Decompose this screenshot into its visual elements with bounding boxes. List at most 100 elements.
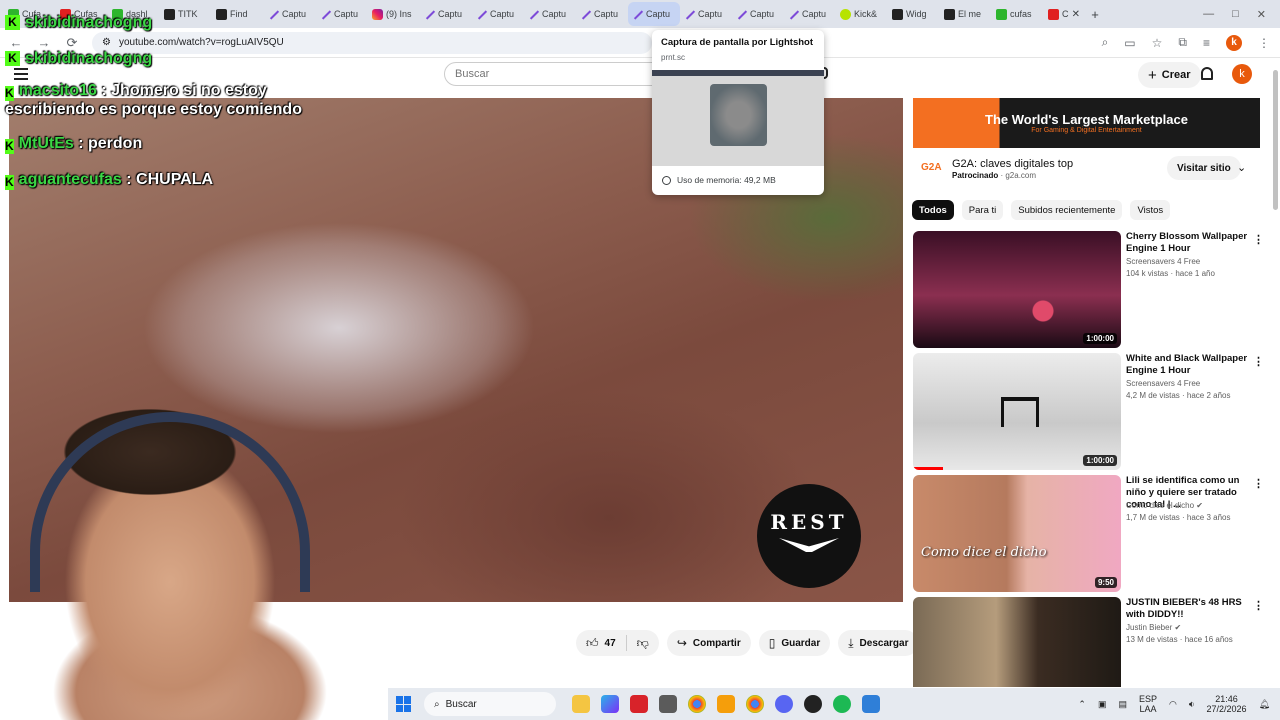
windows-start-icon[interactable] bbox=[396, 696, 412, 712]
video-thumbnail[interactable]: 1:00:00 bbox=[913, 231, 1121, 348]
download-button[interactable]: ⤓ Descargar bbox=[838, 630, 919, 656]
recommendation-item[interactable]: JUSTIN BIEBER's 48 HRS with DIDDY!! Just… bbox=[913, 597, 1273, 687]
more-options-icon[interactable]: ⋮ bbox=[1253, 477, 1264, 490]
browser-tab[interactable]: Captu bbox=[524, 2, 576, 26]
close-window-button[interactable]: ✕ bbox=[1257, 8, 1266, 21]
recommendation-title[interactable]: JUSTIN BIEBER's 48 HRS with DIDDY!! bbox=[1126, 597, 1251, 621]
recommendation-channel[interactable]: Screensavers 4 Free bbox=[1126, 379, 1200, 388]
cast-icon[interactable]: ▭ bbox=[1124, 36, 1135, 50]
zoom-icon[interactable]: ⌕ bbox=[1102, 35, 1109, 50]
ad-banner-title: The World's Largest Marketplace bbox=[985, 112, 1188, 127]
video-thumbnail[interactable] bbox=[913, 597, 1121, 687]
recommendation-title[interactable]: White and Black Wallpaper Engine 1 Hour bbox=[1126, 353, 1251, 377]
browser-tab[interactable]: Captu bbox=[628, 2, 680, 26]
reload-button[interactable]: ⟳ bbox=[64, 35, 80, 51]
close-tab-icon[interactable]: ✕ bbox=[1072, 9, 1080, 20]
clock[interactable]: 21:46 27/2/2026 bbox=[1207, 694, 1247, 714]
chrome-icon[interactable] bbox=[688, 695, 706, 713]
youtube-search-input[interactable] bbox=[444, 62, 654, 86]
more-options-icon[interactable]: ⋮ bbox=[1253, 233, 1264, 246]
recommendation-item[interactable]: Como dice el dicho 9:50 Lili se identifi… bbox=[913, 475, 1273, 593]
minimize-button[interactable]: — bbox=[1203, 8, 1214, 21]
browser-tab[interactable]: Find bbox=[212, 2, 264, 26]
thumbs-up-icon[interactable]: 👍︎ bbox=[586, 636, 599, 651]
save-button[interactable]: ▯ Guardar bbox=[758, 630, 831, 656]
notifications-bell-icon[interactable] bbox=[1201, 67, 1213, 80]
discord-icon[interactable] bbox=[775, 695, 793, 713]
obs-icon[interactable] bbox=[804, 695, 822, 713]
copilot-icon[interactable] bbox=[601, 695, 619, 713]
site-info-icon[interactable]: ⚙ bbox=[102, 37, 111, 48]
chevron-down-icon[interactable]: ⌄ bbox=[1237, 161, 1246, 174]
store-icon[interactable] bbox=[659, 695, 677, 713]
forward-button[interactable]: → bbox=[36, 35, 52, 50]
wps-office-icon[interactable] bbox=[630, 695, 648, 713]
browser-tab[interactable]: cufas bbox=[992, 2, 1044, 26]
menu-hamburger-icon[interactable] bbox=[14, 68, 28, 80]
recommendation-item[interactable]: 1:00:00 Cherry Blossom Wallpaper Engine … bbox=[913, 231, 1273, 349]
taskbar-search-box[interactable]: ⌕ Buscar bbox=[424, 692, 556, 716]
browser-tab[interactable]: El me bbox=[940, 2, 992, 26]
browser-tab[interactable]: Captu bbox=[784, 2, 836, 26]
new-tab-button[interactable]: + bbox=[1084, 2, 1106, 26]
recommendation-channel[interactable]: Screensavers 4 Free bbox=[1126, 257, 1200, 266]
ad-title[interactable]: G2A: claves digitales top bbox=[952, 158, 1073, 170]
g2a-ad-banner[interactable]: The World's Largest Marketplace For Gami… bbox=[913, 98, 1260, 148]
chrome-profile-icon[interactable] bbox=[746, 695, 764, 713]
menu-kebab-icon[interactable]: ⋮ bbox=[1258, 36, 1270, 50]
back-button[interactable]: ← bbox=[8, 35, 24, 50]
recommendation-item[interactable]: 1:00:00 White and Black Wallpaper Engine… bbox=[913, 353, 1273, 471]
browser-tab[interactable]: Captu bbox=[316, 2, 368, 26]
volume-icon[interactable]: 🔉︎ bbox=[1189, 699, 1195, 710]
wifi-icon[interactable]: ◠ bbox=[1169, 699, 1177, 710]
more-options-icon[interactable]: ⋮ bbox=[1253, 599, 1264, 612]
youtube-avatar[interactable]: k bbox=[1232, 64, 1252, 84]
chip-para-ti[interactable]: Para ti bbox=[961, 200, 1004, 220]
video-thumbnail[interactable]: Como dice el dicho 9:50 bbox=[913, 475, 1121, 592]
more-options-icon[interactable]: ⋮ bbox=[1253, 355, 1264, 368]
browser-tab[interactable]: TITK bbox=[160, 2, 212, 26]
share-button[interactable]: ↪ Compartir bbox=[666, 630, 751, 656]
browser-tab[interactable]: Captu bbox=[420, 2, 472, 26]
extensions-icon[interactable]: ⧉ bbox=[1178, 35, 1187, 50]
maximize-button[interactable]: □ bbox=[1232, 8, 1239, 21]
video-thumbnail[interactable]: 1:00:00 bbox=[913, 353, 1121, 470]
file-explorer-icon[interactable] bbox=[572, 695, 590, 713]
notifications-icon[interactable]: 🔔︎ bbox=[1259, 699, 1270, 710]
browser-tab[interactable]: Captu bbox=[576, 2, 628, 26]
browser-tab[interactable]: C ✕ bbox=[1044, 2, 1084, 26]
language-indicator[interactable]: ESP LAA bbox=[1139, 694, 1157, 714]
browser-tab[interactable]: Kick& bbox=[836, 2, 888, 26]
media-icon[interactable]: ≡ bbox=[1203, 36, 1210, 50]
recommendation-channel[interactable]: Justin Bieber ✔ bbox=[1126, 623, 1181, 632]
chip-subidos-recientemente[interactable]: Subidos recientemente bbox=[1011, 200, 1123, 220]
browser-tab[interactable]: Captu bbox=[680, 2, 732, 26]
app-icon[interactable] bbox=[717, 695, 735, 713]
chip-vistos[interactable]: Vistos bbox=[1130, 200, 1171, 220]
create-button[interactable]: + Crear bbox=[1138, 62, 1201, 88]
spotify-icon[interactable] bbox=[833, 695, 851, 713]
recommendation-channel[interactable]: Como dice el dicho ✔ bbox=[1126, 501, 1203, 510]
tray-app-icon[interactable]: ▣ bbox=[1098, 699, 1107, 710]
recommendation-title[interactable]: Cherry Blossom Wallpaper Engine 1 Hour bbox=[1126, 231, 1251, 255]
browser-tab[interactable]: Captu bbox=[264, 2, 316, 26]
browser-tab[interactable]: Captu bbox=[472, 2, 524, 26]
tab-label: Captu bbox=[542, 9, 567, 19]
scrollbar-thumb[interactable] bbox=[1273, 70, 1278, 210]
visit-site-button[interactable]: Visitar sitio bbox=[1167, 156, 1241, 180]
notepad-icon[interactable] bbox=[862, 695, 880, 713]
preview-thumbnail bbox=[652, 70, 824, 166]
tray-app-icon[interactable]: ▤ bbox=[1118, 699, 1127, 710]
profile-avatar[interactable]: k bbox=[1226, 34, 1242, 51]
chevron-up-icon[interactable]: ⌃ bbox=[1078, 699, 1086, 710]
dark-icon bbox=[216, 8, 227, 20]
page-scrollbar[interactable] bbox=[1271, 62, 1280, 682]
browser-tab[interactable]: (9) Ins bbox=[368, 2, 420, 26]
like-count[interactable]: 47 bbox=[605, 638, 616, 649]
bookmark-star-icon[interactable]: ☆ bbox=[1152, 36, 1163, 50]
address-bar[interactable]: ⚙ youtube.com/watch?v=rogLuAIV5QU bbox=[92, 31, 652, 54]
chip-todos[interactable]: Todos bbox=[912, 200, 954, 220]
thumbs-down-icon[interactable]: 👎︎ bbox=[637, 636, 649, 651]
browser-tab[interactable]: Captu bbox=[732, 2, 784, 26]
browser-tab[interactable]: Widg bbox=[888, 2, 940, 26]
